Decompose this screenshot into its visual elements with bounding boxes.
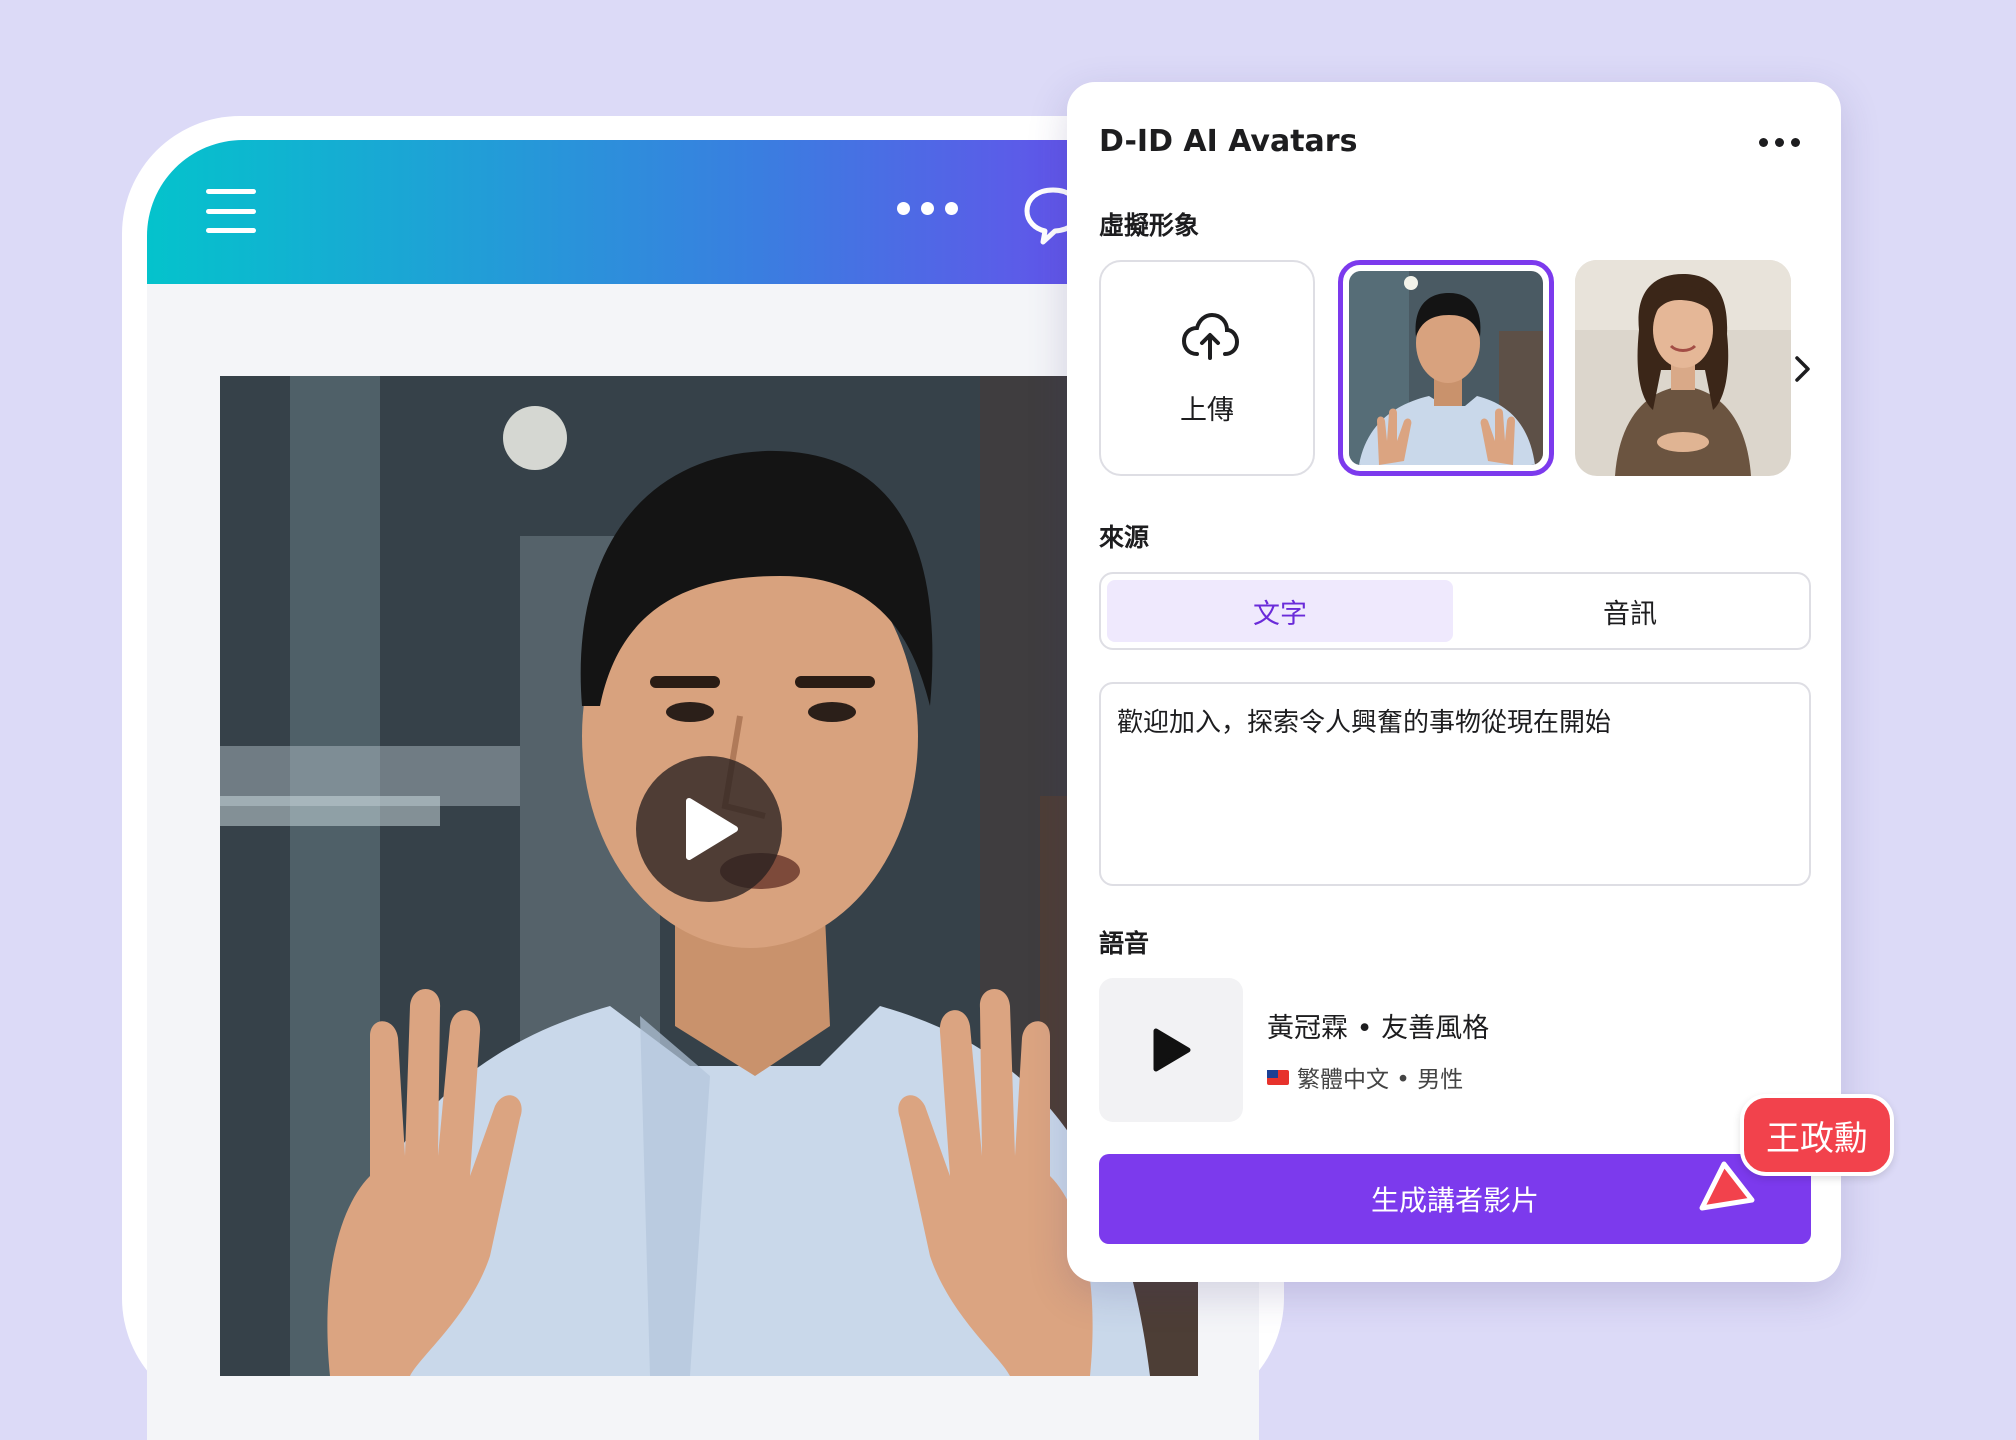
- voice-name: 黃冠霖 • 友善風格: [1267, 1013, 1490, 1044]
- menu-icon[interactable]: [206, 189, 256, 233]
- avatar-section-label: 虛擬形象: [1099, 211, 1200, 240]
- voice-preview-button[interactable]: [1099, 978, 1243, 1122]
- tab-audio[interactable]: 音訊: [1457, 580, 1803, 642]
- play-button[interactable]: [636, 756, 782, 902]
- panel-title: D-ID AI Avatars: [1099, 124, 1358, 159]
- collaborator-name-badge: 王政勳: [1740, 1094, 1894, 1176]
- play-icon: [1153, 1028, 1191, 1072]
- tab-text[interactable]: 文字: [1107, 580, 1453, 642]
- voice-meta-text: 繁體中文 • 男性: [1297, 1067, 1464, 1093]
- cloud-upload-icon: [1181, 312, 1239, 360]
- panel-more-icon[interactable]: [1759, 138, 1800, 147]
- taiwan-flag-icon: [1267, 1069, 1289, 1085]
- upload-label: 上傳: [1180, 395, 1234, 426]
- upload-avatar-button[interactable]: 上傳: [1099, 260, 1315, 476]
- avatar-man-image: [1349, 271, 1543, 465]
- voice-section-label: 語音: [1099, 929, 1150, 958]
- script-textarea[interactable]: 歡迎加入，探索令人興奮的事物從現在開始: [1099, 682, 1811, 886]
- more-options-icon[interactable]: [897, 202, 958, 215]
- voice-meta: 繁體中文 • 男性: [1267, 1060, 1463, 1094]
- avatar-option-woman[interactable]: [1575, 260, 1791, 476]
- source-toggle: 文字 音訊: [1099, 572, 1811, 650]
- video-preview[interactable]: [220, 376, 1198, 1376]
- play-icon: [686, 798, 738, 860]
- avatar-option-man[interactable]: [1338, 260, 1554, 476]
- chevron-right-icon[interactable]: [1793, 354, 1813, 384]
- source-section-label: 來源: [1099, 523, 1150, 552]
- did-avatars-panel: D-ID AI Avatars 虛擬形象 上傳 來源 文字 音訊 歡迎加入，探索…: [1067, 82, 1841, 1282]
- avatar-woman-image: [1575, 260, 1791, 476]
